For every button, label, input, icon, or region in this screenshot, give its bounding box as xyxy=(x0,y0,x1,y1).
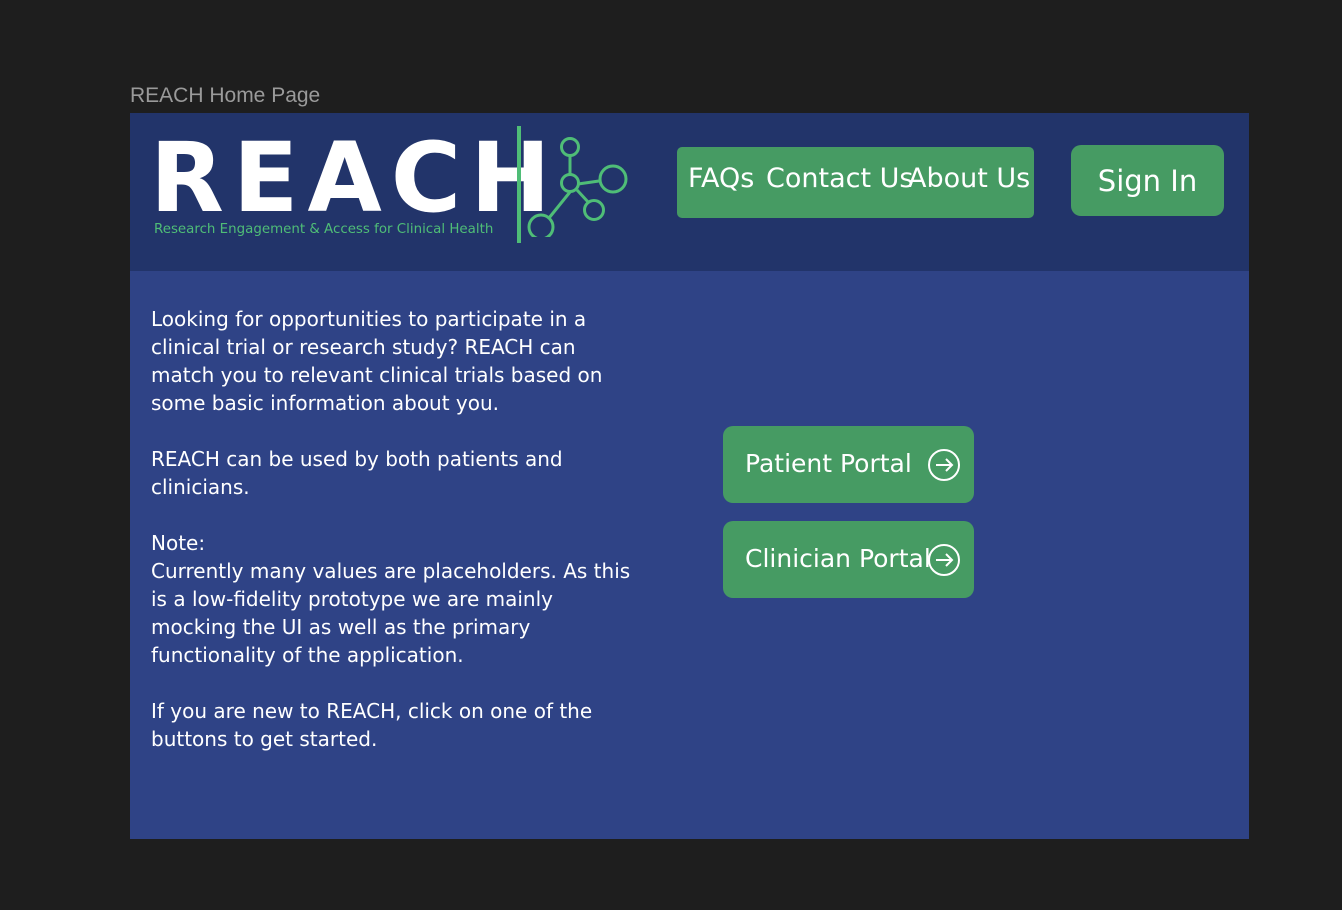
header: REACH Research Engagement & Access for C… xyxy=(130,113,1249,271)
nav-bar: FAQs Contact Us About Us xyxy=(677,147,1034,218)
note-text: Currently many values are placeholders. … xyxy=(151,559,631,667)
logo-wordmark: REACH xyxy=(150,122,560,234)
intro-paragraph: Looking for opportunities to participate… xyxy=(151,307,603,415)
patient-portal-button[interactable]: Patient Portal xyxy=(723,426,974,503)
clinician-portal-button[interactable]: Clinician Portal xyxy=(723,521,974,598)
intro-audience: REACH can be used by both patients and c… xyxy=(151,447,563,499)
frame-label: REACH Home Page xyxy=(130,84,321,107)
get-started-text: If you are new to REACH, click on one of… xyxy=(151,699,593,751)
patient-portal-label: Patient Portal xyxy=(745,449,912,478)
reach-home-page: REACH Research Engagement & Access for C… xyxy=(130,113,1249,839)
logo-tagline: Research Engagement & Access for Clinica… xyxy=(154,222,494,237)
nav-contact-us-link[interactable]: Contact Us xyxy=(766,163,913,194)
logo-divider xyxy=(517,126,521,243)
arrow-right-circle-icon xyxy=(928,449,960,481)
clinician-portal-label: Clinician Portal xyxy=(745,544,931,573)
note-label: Note: xyxy=(151,531,206,555)
nav-faqs-link[interactable]: FAQs xyxy=(688,163,754,194)
intro-text: Looking for opportunities to participate… xyxy=(151,305,641,753)
arrow-right-circle-icon xyxy=(928,544,960,576)
sign-in-button[interactable]: Sign In xyxy=(1071,145,1224,216)
nav-about-us-link[interactable]: About Us xyxy=(908,163,1030,194)
molecule-logo-icon xyxy=(527,137,628,237)
